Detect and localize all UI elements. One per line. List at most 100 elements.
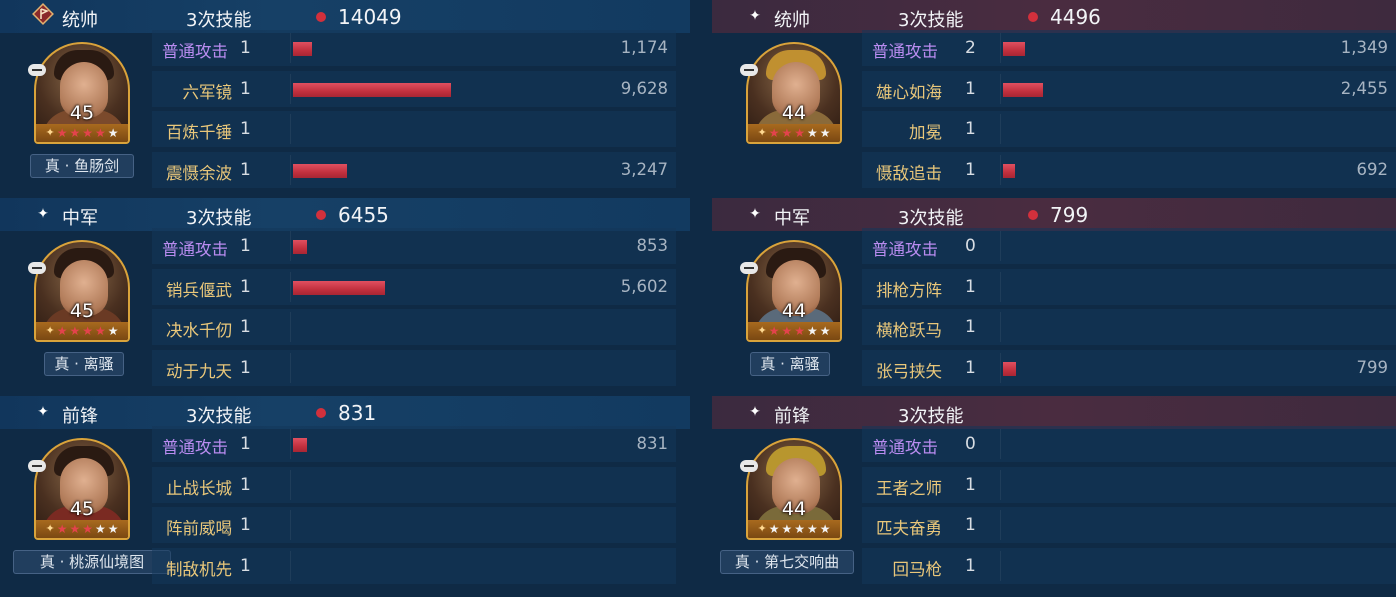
- hero-portrait[interactable]: 45 ✦ ★ ★ ★ ★ ★: [34, 42, 130, 144]
- hero-card[interactable]: 44 ✦ ★ ★ ★ ★ ★ 真 · 离骚: [740, 240, 846, 390]
- hero-card[interactable]: 44 ✦ ★ ★ ★ ★ ★ 真 · 第七交响曲: [720, 438, 854, 588]
- equipment-tag[interactable]: 真 · 鱼肠剑: [30, 154, 134, 178]
- hero-card[interactable]: 44 ✦ ★ ★ ★ ★ ★: [740, 42, 846, 192]
- damage-bar: [293, 280, 385, 295]
- row-divider: [1000, 114, 1001, 144]
- row-divider: [290, 469, 291, 500]
- spark-icon: ✦: [45, 324, 55, 337]
- team-slot-1: ✦ 中军 3次技能 799 44 ✦ ★ ★ ★ ★ ★ 真 · 离骚 普通攻击 0 排枪方阵 1 横枪跃马 1 张…: [712, 198, 1396, 396]
- star-icon: ★: [94, 324, 106, 338]
- hero-stars: ✦ ★ ★ ★ ★ ★: [36, 322, 128, 340]
- row-divider: [290, 510, 291, 540]
- skill-row: 横枪跃马 1: [862, 309, 1396, 345]
- total-damage: 14049: [338, 5, 402, 29]
- role-label: 统帅: [774, 10, 810, 31]
- skill-row: 普通攻击 1 1,174: [152, 30, 676, 66]
- skill-damage: 9,628: [620, 78, 668, 98]
- hero-stars: ✦ ★ ★ ★ ★ ★: [748, 124, 840, 142]
- equipment-tag[interactable]: 真 · 第七交响曲: [720, 550, 854, 574]
- hero-card[interactable]: 45 ✦ ★ ★ ★ ★ ★ 真 · 离骚: [28, 240, 134, 390]
- skill-name: 普通攻击: [872, 438, 938, 457]
- skill-trigger-count: 1: [965, 357, 976, 378]
- damage-dot-icon: [1028, 12, 1038, 22]
- skill-row: 止战长城 1: [152, 466, 676, 503]
- row-divider: [290, 550, 291, 581]
- hero-portrait[interactable]: 45 ✦ ★ ★ ★ ★ ★: [34, 240, 130, 342]
- hero-portrait[interactable]: 45 ✦ ★ ★ ★ ★ ★: [34, 438, 130, 540]
- hero-card[interactable]: 45 ✦ ★ ★ ★ ★ ★ 真 · 鱼肠剑: [28, 42, 134, 192]
- row-divider: [1000, 271, 1001, 302]
- equipment-tag[interactable]: 真 · 离骚: [44, 352, 124, 376]
- row-divider: [1000, 231, 1001, 261]
- hero-stars: ✦ ★ ★ ★ ★ ★: [748, 322, 840, 340]
- spark-icon: ✦: [757, 522, 767, 535]
- skill-name: 六军镜: [182, 82, 233, 102]
- sparkle-icon: ✦: [37, 206, 49, 222]
- damage-dot-icon: [316, 408, 326, 418]
- skill-trigger-count: 1: [240, 474, 251, 495]
- skill-name: 止战长城: [166, 478, 232, 498]
- skill-count-label: 3次技能: [186, 208, 252, 229]
- slot-header: ✦ 中军 3次技能 6455: [0, 198, 690, 231]
- skill-trigger-count: 1: [965, 159, 976, 180]
- row-divider: [1000, 73, 1001, 104]
- hero-portrait[interactable]: 44 ✦ ★ ★ ★ ★ ★: [746, 240, 842, 342]
- total-damage: 799: [1050, 203, 1089, 227]
- damage-bar: [293, 82, 451, 97]
- skill-row: 普通攻击 0: [862, 228, 1396, 264]
- equipment-tag[interactable]: 真 · 桃源仙境图: [13, 550, 171, 574]
- skill-name: 排枪方阵: [876, 280, 942, 300]
- hero-card[interactable]: 45 ✦ ★ ★ ★ ★ ★ 真 · 桃源仙境图: [13, 438, 171, 588]
- skill-row: 六军镜 1 9,628: [152, 70, 676, 107]
- star-icon: ★: [107, 324, 119, 338]
- skill-trigger-count: 1: [240, 78, 251, 99]
- hero-portrait[interactable]: 44 ✦ ★ ★ ★ ★ ★: [746, 42, 842, 144]
- skill-row: 百炼千锤 1: [152, 111, 676, 147]
- slot-header: ✦ 前锋 3次技能 831: [0, 396, 690, 429]
- star-icon: ★: [806, 324, 818, 338]
- skill-name: 决水千仞: [166, 321, 232, 340]
- skill-list: 普通攻击 0 王者之师 1 匹夫奋勇 1 回马枪 1: [862, 426, 1396, 588]
- slot-header: ✦ 中军 3次技能 799: [712, 198, 1396, 231]
- row-divider: [290, 73, 291, 104]
- skill-row: 销兵偃武 1 5,602: [152, 268, 676, 305]
- star-icon: ★: [56, 126, 68, 140]
- flag-diamond-icon: [32, 3, 54, 25]
- star-icon: ★: [794, 126, 805, 140]
- role-label: 前锋: [774, 406, 810, 427]
- star-icon: ★: [794, 324, 805, 338]
- spark-icon: ✦: [757, 126, 767, 139]
- skill-trigger-count: 1: [240, 119, 251, 139]
- skill-name: 销兵偃武: [166, 280, 232, 300]
- skill-row: 排枪方阵 1: [862, 268, 1396, 305]
- skill-row: 普通攻击 0: [862, 426, 1396, 462]
- team-slot-0: 统帅 3次技能 14049 45 ✦ ★ ★ ★ ★ ★ 真 · 鱼肠剑 普通攻击 1 1,174 六军镜 1…: [0, 0, 690, 198]
- star-icon: ★: [781, 126, 793, 140]
- hero-level: 45: [69, 498, 95, 520]
- hero-portrait[interactable]: 44 ✦ ★ ★ ★ ★ ★: [746, 438, 842, 540]
- damage-bar: [1003, 163, 1015, 178]
- hero-stars: ✦ ★ ★ ★ ★ ★: [36, 124, 128, 142]
- skill-row: 王者之师 1: [862, 466, 1396, 503]
- skill-name: 回马枪: [892, 559, 943, 579]
- equipment-tag[interactable]: 真 · 离骚: [750, 352, 830, 376]
- star-icon: ★: [82, 126, 93, 140]
- star-icon: ★: [794, 522, 805, 536]
- skill-count-label: 3次技能: [186, 10, 252, 31]
- skill-row: 震慑余波 1 3,247: [152, 151, 676, 188]
- skill-trigger-count: 1: [965, 474, 976, 495]
- skill-trigger-count: 1: [240, 434, 251, 454]
- skill-name: 王者之师: [876, 478, 942, 498]
- star-icon: ★: [781, 522, 793, 536]
- skill-count-label: 3次技能: [898, 208, 964, 229]
- skill-damage: 3,247: [620, 159, 668, 179]
- skill-row: 阵前威喝 1: [152, 507, 676, 543]
- row-divider: [1000, 510, 1001, 540]
- hero-level: 45: [69, 300, 95, 322]
- skill-name: 普通攻击: [162, 240, 228, 259]
- skill-trigger-count: 1: [240, 317, 251, 337]
- star-icon: ★: [94, 522, 106, 536]
- row-divider: [1000, 550, 1001, 581]
- row-divider: [290, 352, 291, 383]
- skill-name: 百炼千锤: [166, 123, 232, 142]
